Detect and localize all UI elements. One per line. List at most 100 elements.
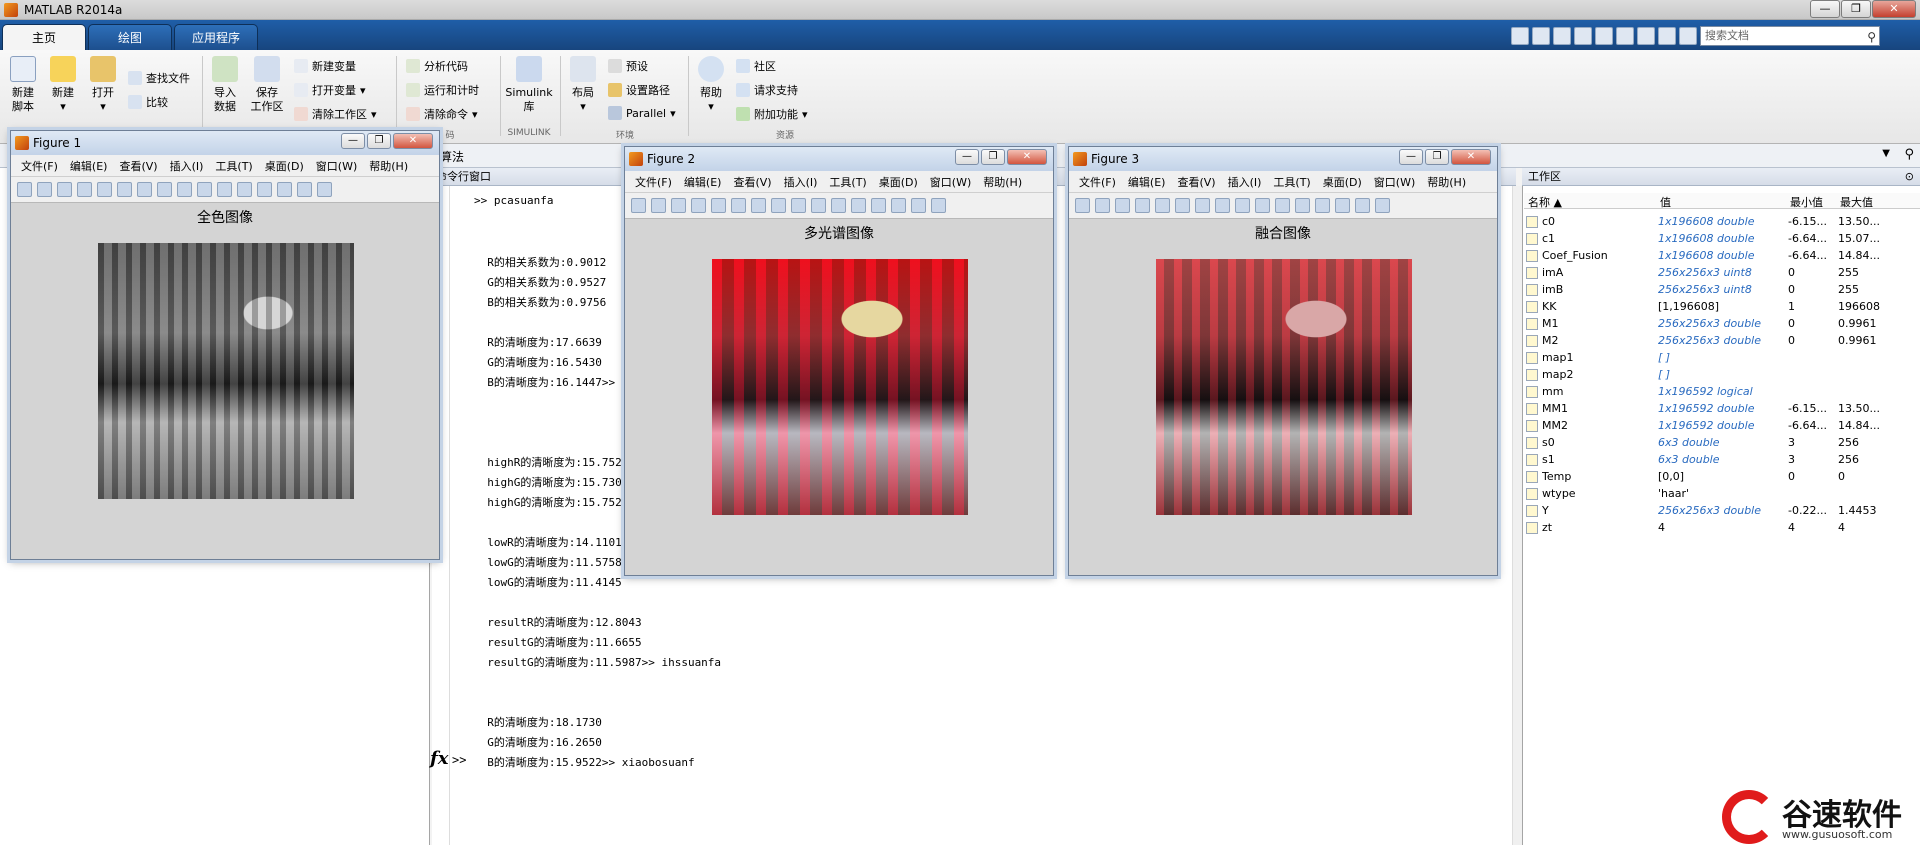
paste-icon[interactable] <box>1595 27 1613 45</box>
new-button[interactable]: 新建 ▾ <box>46 56 80 114</box>
compare-button[interactable]: 比较 <box>128 94 168 110</box>
copy-icon[interactable] <box>1574 27 1592 45</box>
workspace-row[interactable]: imA 256x256x3 uint8 0 255 <box>1524 265 1920 282</box>
figure-menu-item[interactable]: 编辑(E) <box>1128 174 1166 190</box>
new-script-button[interactable]: 新建 脚本 <box>6 56 40 114</box>
set-path-button[interactable]: 设置路径 <box>608 82 670 98</box>
command-scrollbar[interactable] <box>1512 186 1522 845</box>
zoom-out-icon[interactable] <box>137 182 152 197</box>
hide-tools-icon[interactable] <box>297 182 312 197</box>
figure-menu-item[interactable]: 工具(T) <box>1273 174 1310 190</box>
workspace-actions-icon[interactable]: ⊙ <box>1905 168 1914 186</box>
minimize-button[interactable]: — <box>1810 0 1840 18</box>
request-support-button[interactable]: 请求支持 <box>736 82 798 98</box>
workspace-row[interactable]: mm 1x196592 logical <box>1524 384 1920 401</box>
column-value[interactable]: 值 <box>1660 194 1671 210</box>
pan-icon[interactable] <box>771 198 786 213</box>
maximize-button[interactable]: ❐ <box>367 133 391 149</box>
minimize-button[interactable]: — <box>955 149 979 165</box>
community-button[interactable]: 社区 <box>736 58 776 74</box>
maximize-button[interactable]: ❐ <box>1841 0 1871 18</box>
figure-menu-item[interactable]: 插入(I) <box>170 158 204 174</box>
parallel-button[interactable]: Parallel ▾ <box>608 106 676 120</box>
brush-icon[interactable] <box>217 182 232 197</box>
figure-menu-item[interactable]: 查看(V) <box>119 158 157 174</box>
workspace-row[interactable]: s0 6x3 double 3 256 <box>1524 435 1920 452</box>
help-icon[interactable] <box>1679 27 1697 45</box>
maximize-button[interactable]: ❐ <box>1425 149 1449 165</box>
figure-menu-item[interactable]: 查看(V) <box>1177 174 1215 190</box>
close-button[interactable]: ✕ <box>1451 149 1491 165</box>
import-data-button[interactable]: 导入 数据 <box>208 56 242 114</box>
data-cursor-icon[interactable] <box>197 182 212 197</box>
minimize-button[interactable]: — <box>341 133 365 149</box>
search-folder-icon[interactable]: ⚲ <box>1904 147 1914 162</box>
workspace-row[interactable]: M1 256x256x3 double 0 0.9961 <box>1524 316 1920 333</box>
figure-menu-item[interactable]: 桌面(D) <box>265 158 304 174</box>
open-button[interactable]: 打开 ▾ <box>86 56 120 114</box>
figure-menu-item[interactable]: 窗口(W) <box>316 158 357 174</box>
undo-icon[interactable] <box>1616 27 1634 45</box>
search-documentation-input[interactable]: 搜索文档 ⚲ <box>1700 26 1880 46</box>
data-cursor-icon[interactable] <box>1255 198 1270 213</box>
workspace-row[interactable]: zt 4 4 4 <box>1524 520 1920 537</box>
open-variable-button[interactable]: 打开变量 ▾ <box>294 82 366 98</box>
colorbar-icon[interactable] <box>1315 198 1330 213</box>
data-cursor-icon[interactable] <box>811 198 826 213</box>
save-icon[interactable] <box>57 182 72 197</box>
figure-menu-item[interactable]: 桌面(D) <box>1323 174 1362 190</box>
switch-windows-icon[interactable] <box>1658 27 1676 45</box>
figure-menu-item[interactable]: 桌面(D) <box>879 174 918 190</box>
figure-menu-item[interactable]: 编辑(E) <box>684 174 722 190</box>
workspace-row[interactable]: Coef_Fusion 1x196608 double -6.64... 14.84.… <box>1524 248 1920 265</box>
link-icon[interactable] <box>1295 198 1310 213</box>
open-icon[interactable] <box>651 198 666 213</box>
colorbar-icon[interactable] <box>257 182 272 197</box>
workspace-row[interactable]: c1 1x196608 double -6.64... 15.07... <box>1524 231 1920 248</box>
print-icon[interactable] <box>691 198 706 213</box>
tab-plots[interactable]: 绘图 <box>88 24 172 50</box>
close-button[interactable]: ✕ <box>393 133 433 149</box>
legend-icon[interactable] <box>1335 198 1350 213</box>
add-ons-button[interactable]: 附加功能 ▾ <box>736 106 808 122</box>
figure-menu-item[interactable]: 工具(T) <box>829 174 866 190</box>
analyze-code-button[interactable]: 分析代码 <box>406 58 468 74</box>
pan-icon[interactable] <box>1215 198 1230 213</box>
zoom-in-icon[interactable] <box>731 198 746 213</box>
preferences-button[interactable]: 预设 <box>608 58 648 74</box>
zoom-in-icon[interactable] <box>1175 198 1190 213</box>
show-tools-icon[interactable] <box>931 198 946 213</box>
layout-button[interactable]: 布局 ▾ <box>566 56 600 114</box>
rotate-icon[interactable] <box>791 198 806 213</box>
chevron-down-icon[interactable]: ▼ <box>1882 148 1890 159</box>
column-name[interactable]: 名称 ▲ <box>1528 194 1562 210</box>
new-figure-icon[interactable] <box>1075 198 1090 213</box>
figure-menu-item[interactable]: 帮助(H) <box>369 158 408 174</box>
workspace-row[interactable]: imB 256x256x3 uint8 0 255 <box>1524 282 1920 299</box>
show-tools-icon[interactable] <box>317 182 332 197</box>
brush-icon[interactable] <box>831 198 846 213</box>
column-max[interactable]: 最大值 <box>1840 194 1873 210</box>
link-icon[interactable] <box>851 198 866 213</box>
rotate-icon[interactable] <box>1235 198 1250 213</box>
cut-icon[interactable] <box>1553 27 1571 45</box>
colorbar-icon[interactable] <box>871 198 886 213</box>
zoom-out-icon[interactable] <box>751 198 766 213</box>
workspace-row[interactable]: c0 1x196608 double -6.15... 13.50... <box>1524 214 1920 231</box>
pointer-icon[interactable] <box>711 198 726 213</box>
workspace-row[interactable]: s1 6x3 double 3 256 <box>1524 452 1920 469</box>
find-files-button[interactable]: 查找文件 <box>128 70 190 86</box>
maximize-button[interactable]: ❐ <box>981 149 1005 165</box>
workspace-row[interactable]: map2 [ ] <box>1524 367 1920 384</box>
simulink-library-button[interactable]: Simulink 库 <box>504 56 554 114</box>
legend-icon[interactable] <box>277 182 292 197</box>
column-min[interactable]: 最小值 <box>1790 194 1823 210</box>
zoom-out-icon[interactable] <box>1195 198 1210 213</box>
link-icon[interactable] <box>237 182 252 197</box>
workspace-row[interactable]: Temp [0,0] 0 0 <box>1524 469 1920 486</box>
new-figure-icon[interactable] <box>17 182 32 197</box>
help-button[interactable]: 帮助 ▾ <box>694 56 728 114</box>
current-folder-path[interactable]: 算法 <box>440 148 464 165</box>
figure-menu-item[interactable]: 插入(I) <box>784 174 818 190</box>
hide-tools-icon[interactable] <box>1355 198 1370 213</box>
